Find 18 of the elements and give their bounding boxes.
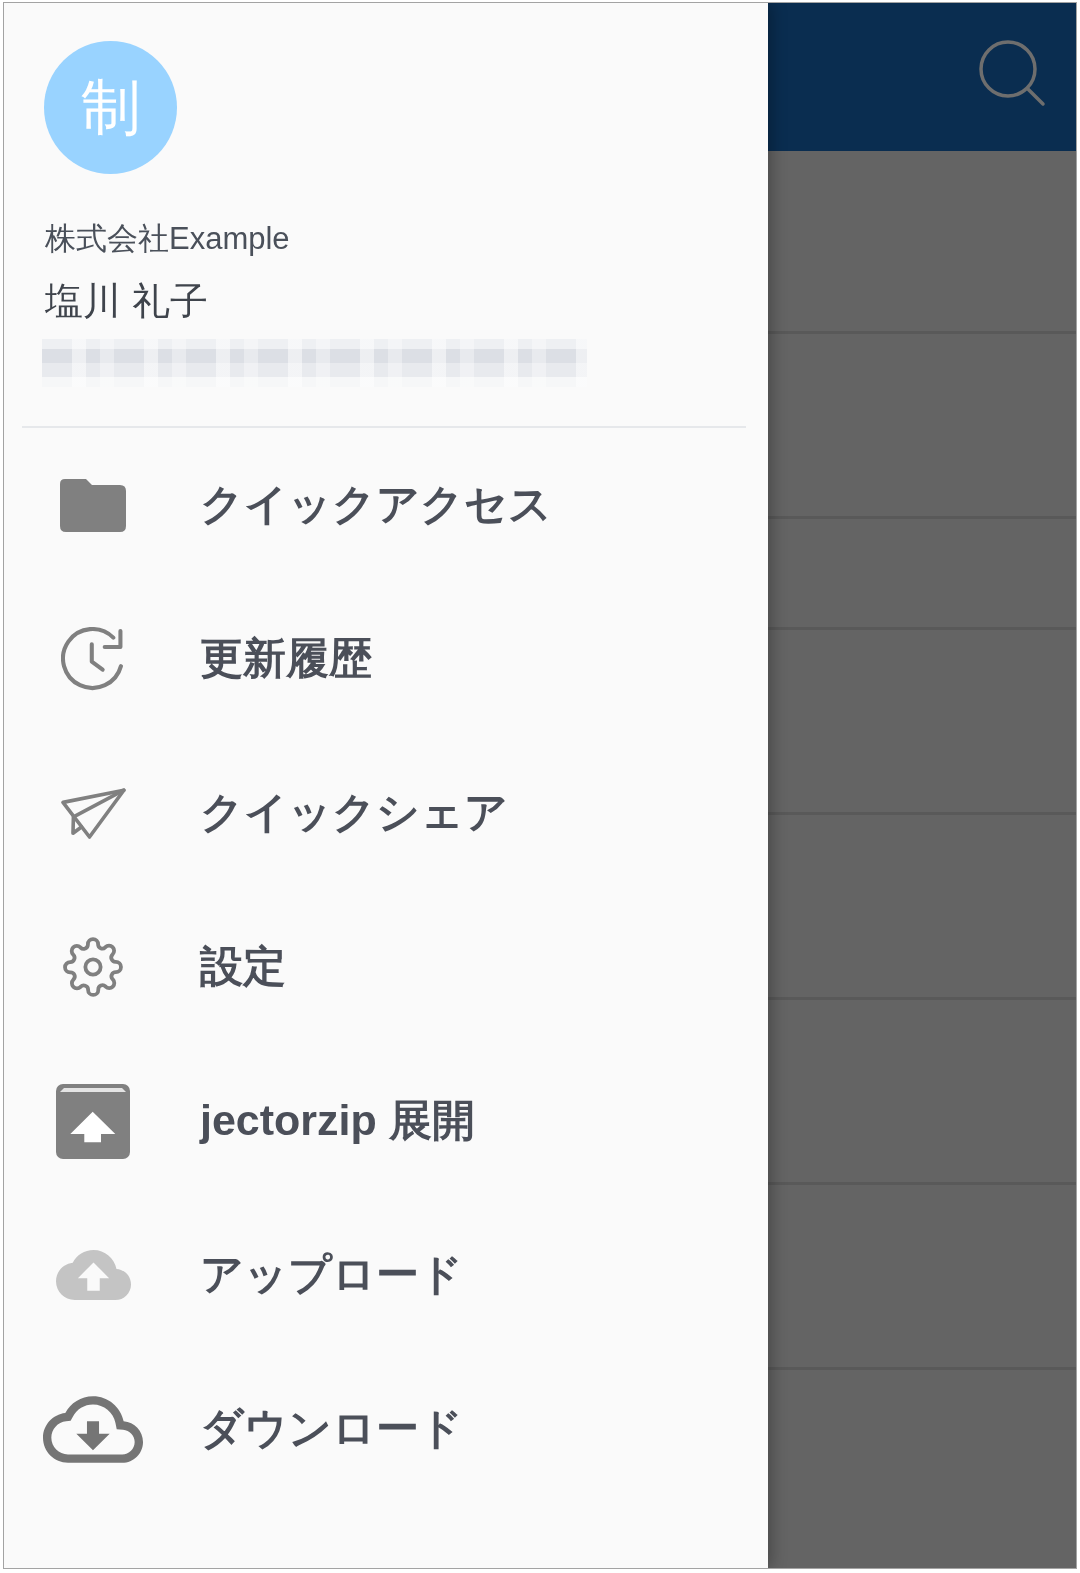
company-name: 株式会社Example (45, 220, 290, 258)
menu-item[interactable]: クイックシェア (4, 736, 768, 890)
search-icon[interactable] (978, 40, 1046, 108)
history-icon (61, 627, 125, 691)
folder-icon (60, 478, 126, 532)
gear-icon (63, 937, 123, 997)
menu-item[interactable]: クイックアクセス (4, 428, 768, 582)
menu-item[interactable]: ダウンロード (4, 1352, 768, 1506)
paper-plane-icon (60, 787, 126, 839)
menu-item[interactable]: アップロード (4, 1198, 768, 1352)
cloud-upload-icon (55, 1250, 131, 1300)
avatar: 制 (44, 41, 177, 174)
box-upload-icon (56, 1083, 130, 1159)
menu-item[interactable]: 更新履歴 (4, 582, 768, 736)
user-name: 塩川 礼子 (45, 279, 208, 324)
menu-item[interactable]: 設定 (4, 890, 768, 1044)
cloud-download-icon (43, 1395, 143, 1463)
menu-item[interactable]: jectorzip 展開 (4, 1044, 768, 1198)
